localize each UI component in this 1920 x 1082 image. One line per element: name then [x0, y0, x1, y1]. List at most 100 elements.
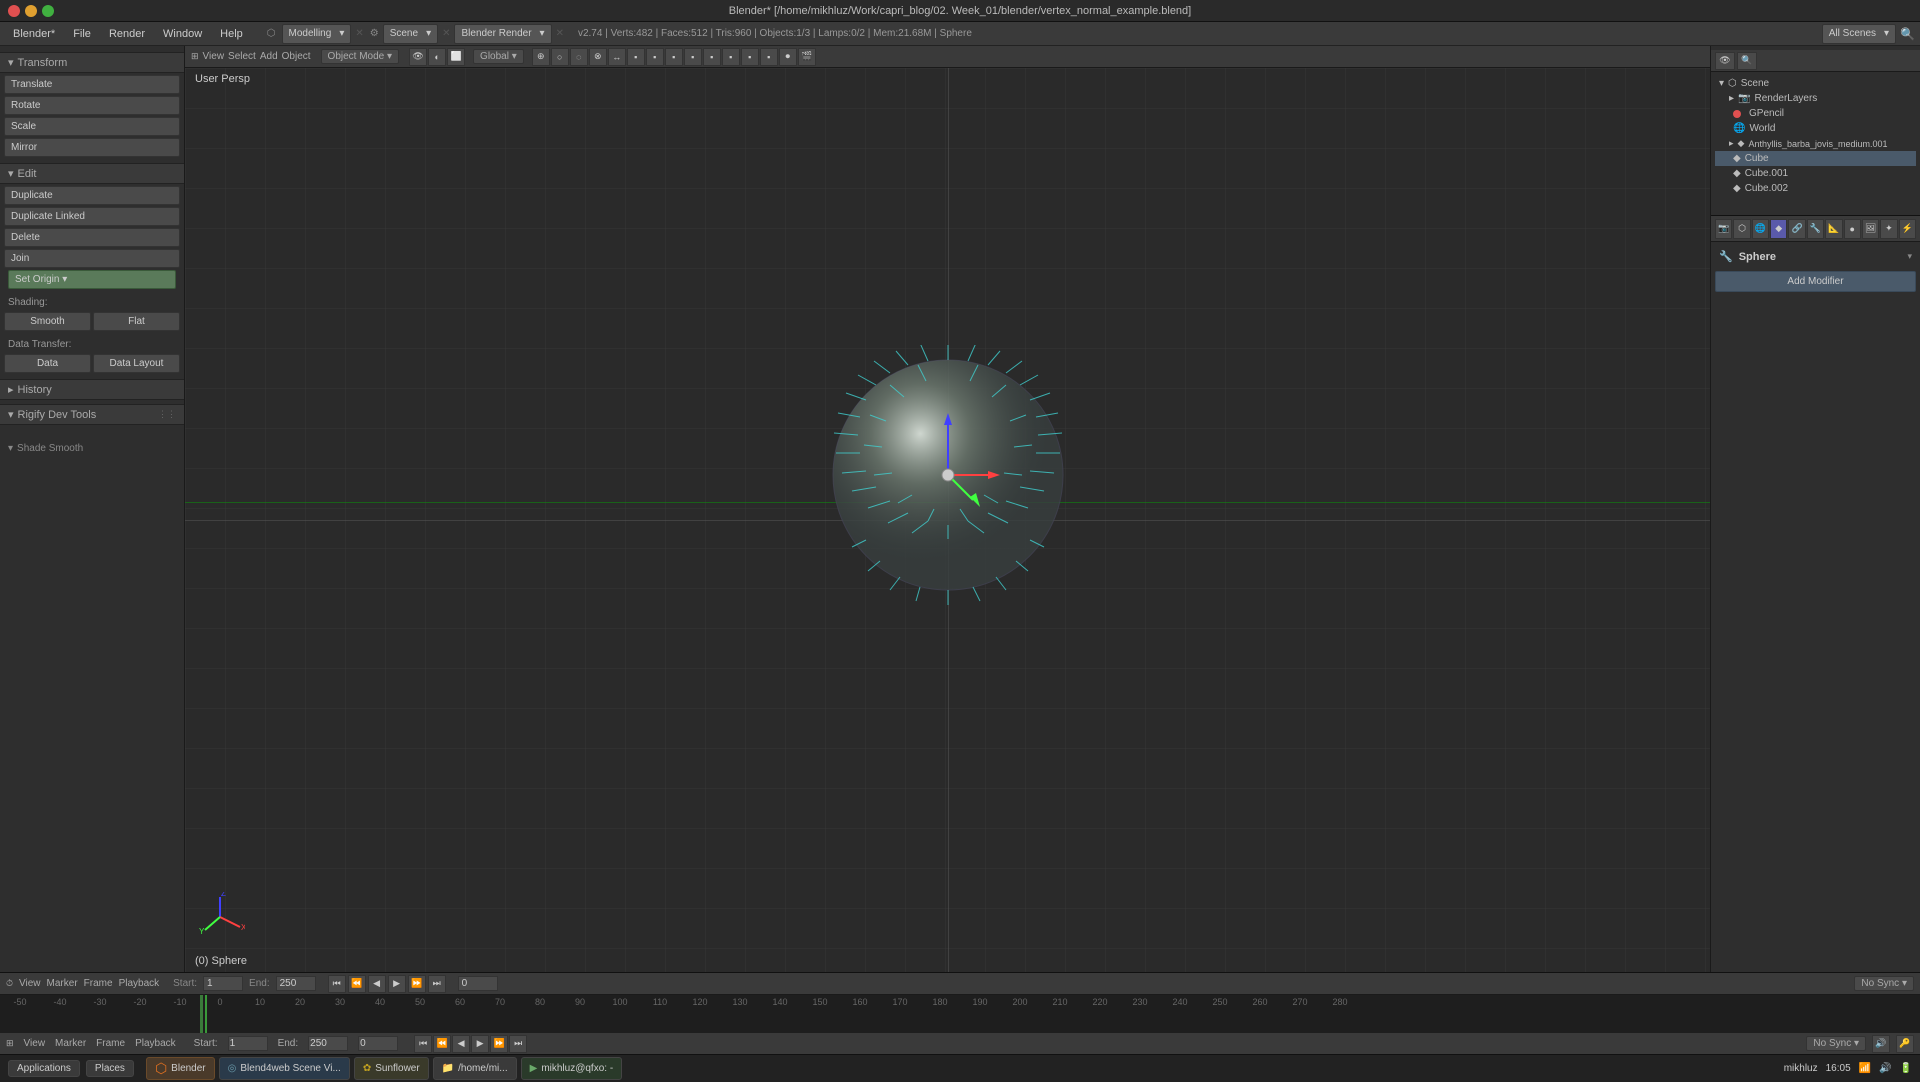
- viewport[interactable]: ⊞ View Select Add Object Object Mode ▾ 👁…: [185, 46, 1710, 972]
- record-icon[interactable]: ⏺: [779, 48, 797, 66]
- scene-item[interactable]: ◆ Cube.002: [1715, 181, 1916, 196]
- taskbar-file-manager[interactable]: 📁 /home/mi...: [433, 1057, 517, 1080]
- timeline-playback-menu[interactable]: Playback: [119, 978, 160, 989]
- layer4-icon[interactable]: ▪: [684, 48, 702, 66]
- status-frame[interactable]: Frame: [96, 1038, 125, 1049]
- scene-props-icon[interactable]: ⬡: [1733, 219, 1750, 239]
- minimize-button[interactable]: [25, 5, 37, 17]
- duplicate-linked-button[interactable]: Duplicate Linked: [4, 207, 180, 226]
- current-frame-input[interactable]: [458, 976, 498, 991]
- global-dropdown[interactable]: Global ▾: [473, 49, 524, 64]
- scene-item[interactable]: GPencil: [1715, 106, 1916, 121]
- manipulator-icon[interactable]: ↔: [608, 48, 626, 66]
- set-origin-dropdown[interactable]: Set Origin ▾: [8, 270, 176, 289]
- status-end[interactable]: [308, 1036, 348, 1051]
- taskbar-blender[interactable]: ⬡ Blender: [146, 1057, 215, 1080]
- timeline-marker-menu[interactable]: Marker: [47, 978, 78, 989]
- timeline-frame-menu[interactable]: Frame: [84, 978, 113, 989]
- snap-icon[interactable]: ⊕: [532, 48, 550, 66]
- view-icon[interactable]: 👁: [1715, 52, 1735, 70]
- object-menu[interactable]: Object: [282, 51, 311, 62]
- engine-dropdown[interactable]: Blender Render▾: [454, 24, 551, 44]
- taskbar-applications[interactable]: Applications: [8, 1060, 80, 1077]
- taskbar-places[interactable]: Places: [86, 1060, 134, 1077]
- close-button[interactable]: [8, 5, 20, 17]
- layer2-icon[interactable]: ▪: [646, 48, 664, 66]
- history-header[interactable]: ▸ History: [0, 379, 184, 400]
- texture-icon[interactable]: 🖼: [1862, 219, 1879, 239]
- material-icon[interactable]: ●: [1844, 219, 1861, 239]
- overlays-icon[interactable]: ⬜: [447, 48, 465, 66]
- taskbar-sunflower[interactable]: ✿ Sunflower: [354, 1057, 429, 1080]
- sb-next-key[interactable]: ⏩: [490, 1035, 508, 1053]
- layer6-icon[interactable]: ▪: [722, 48, 740, 66]
- physics-icon[interactable]: ⚡: [1899, 219, 1916, 239]
- status-current-frame[interactable]: [358, 1036, 398, 1051]
- prev-keyframe-icon[interactable]: ⏪: [348, 975, 366, 993]
- menu-blender[interactable]: Blender*: [5, 26, 63, 42]
- start-frame-input[interactable]: [203, 976, 243, 991]
- particles-icon[interactable]: ✦: [1880, 219, 1897, 239]
- layer3-icon[interactable]: ▪: [665, 48, 683, 66]
- layer5-icon[interactable]: ▪: [703, 48, 721, 66]
- menu-help[interactable]: Help: [212, 26, 251, 42]
- scene-item[interactable]: ▸ ◆ Anthyllis_barba_jovis_medium.001: [1715, 136, 1916, 151]
- sb-jump-end[interactable]: ⏭: [509, 1035, 527, 1053]
- timeline-body[interactable]: -50 -40 -30 -20 -10 0 10 20 30 40 50 60 …: [0, 995, 1920, 1033]
- keyframe-icon[interactable]: 🔑: [1896, 1035, 1914, 1053]
- add-modifier-button[interactable]: Add Modifier: [1715, 271, 1916, 292]
- data-button[interactable]: Data: [4, 354, 91, 373]
- viewport-canvas[interactable]: User Persp: [185, 68, 1710, 972]
- object-props-icon[interactable]: ◆: [1770, 219, 1787, 239]
- mirror-button[interactable]: Mirror: [4, 138, 180, 157]
- render-icon[interactable]: 👁: [409, 48, 427, 66]
- taskbar-blend4web[interactable]: ◎ Blend4web Scene Vi...: [219, 1057, 350, 1080]
- scene-item[interactable]: 🌐 World: [1715, 121, 1916, 136]
- layer1-icon[interactable]: ▪: [627, 48, 645, 66]
- scale-button[interactable]: Scale: [4, 117, 180, 136]
- sync-dropdown2[interactable]: No Sync ▾: [1806, 1036, 1866, 1051]
- menu-render[interactable]: Render: [101, 26, 153, 42]
- scenes-dropdown[interactable]: All Scenes▾: [1822, 24, 1896, 44]
- rotate-button[interactable]: Rotate: [4, 96, 180, 115]
- jump-start-icon[interactable]: ⏮: [328, 975, 346, 993]
- status-view[interactable]: View: [24, 1038, 46, 1049]
- status-playback[interactable]: Playback: [135, 1038, 176, 1049]
- proportional-icon[interactable]: ○: [551, 48, 569, 66]
- falloff-icon[interactable]: ◌: [570, 48, 588, 66]
- play-icon[interactable]: ▶: [388, 975, 406, 993]
- play-reverse-icon[interactable]: ◀: [368, 975, 386, 993]
- transform-header[interactable]: ▾ Transform: [0, 52, 184, 73]
- sb-prev-key[interactable]: ⏪: [433, 1035, 451, 1053]
- edit-header[interactable]: ▾ Edit: [0, 163, 184, 184]
- rigify-header[interactable]: ▾ Rigify Dev Tools ⋮⋮: [0, 404, 184, 425]
- search-scene-icon[interactable]: 🔍: [1737, 52, 1757, 70]
- viewport-shading-icon[interactable]: ◐: [428, 48, 446, 66]
- modifiers-icon[interactable]: 🔧: [1807, 219, 1824, 239]
- menu-file[interactable]: File: [65, 26, 99, 42]
- pivot-icon[interactable]: ⊗: [589, 48, 607, 66]
- audio-icon[interactable]: 🔊: [1872, 1035, 1890, 1053]
- delete-button[interactable]: Delete: [4, 228, 180, 247]
- scene-item-cube[interactable]: ◆ Cube: [1715, 151, 1916, 166]
- layer7-icon[interactable]: ▪: [741, 48, 759, 66]
- data-icon[interactable]: 📐: [1825, 219, 1842, 239]
- status-marker[interactable]: Marker: [55, 1038, 86, 1049]
- end-frame-input[interactable]: [276, 976, 316, 991]
- constraints-icon[interactable]: 🔗: [1788, 219, 1805, 239]
- sb-play[interactable]: ▶: [471, 1035, 489, 1053]
- translate-button[interactable]: Translate: [4, 75, 180, 94]
- next-keyframe-icon[interactable]: ⏩: [408, 975, 426, 993]
- layer8-icon[interactable]: ▪: [760, 48, 778, 66]
- object-mode-dropdown[interactable]: Object Mode ▾: [321, 49, 400, 64]
- scene-dropdown[interactable]: Scene▾: [383, 24, 438, 44]
- scene-item[interactable]: ◆ Cube.001: [1715, 166, 1916, 181]
- mode-dropdown[interactable]: Modelling▾: [282, 24, 352, 44]
- sb-jump-start[interactable]: ⏮: [414, 1035, 432, 1053]
- sb-play-rev[interactable]: ◀: [452, 1035, 470, 1053]
- sync-dropdown[interactable]: No Sync ▾: [1854, 976, 1914, 991]
- data-layout-button[interactable]: Data Layout: [93, 354, 180, 373]
- menu-window[interactable]: Window: [155, 26, 210, 42]
- timeline-playhead[interactable]: [205, 995, 207, 1033]
- timeline-view-menu[interactable]: View: [19, 978, 41, 989]
